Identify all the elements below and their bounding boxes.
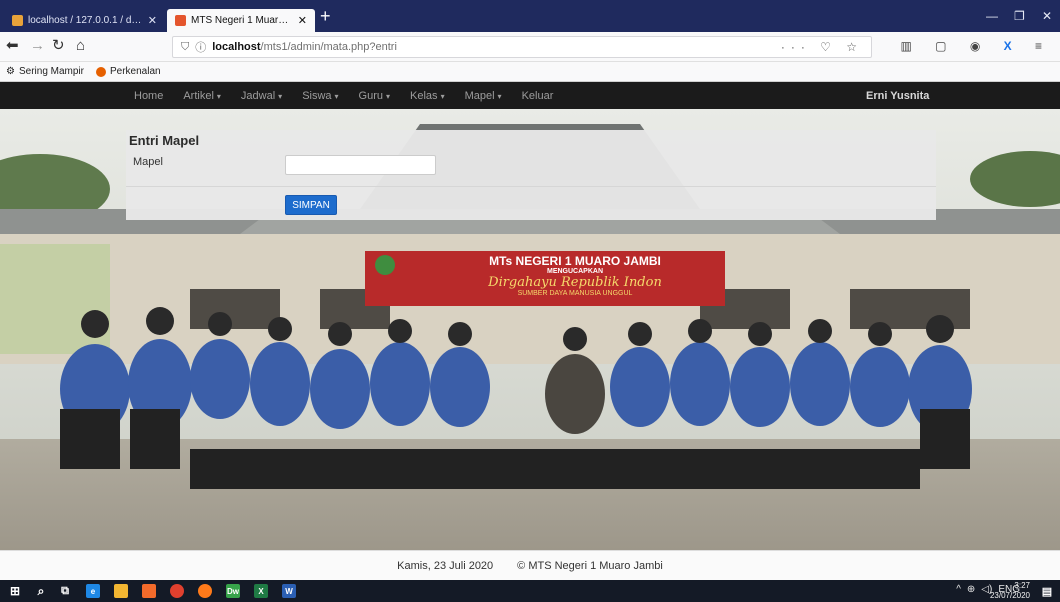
web-page: MTs NEGERI 1 MUARO JAMBI MENGUCAPKAN Dir… bbox=[0, 82, 1060, 580]
caret-down-icon: ▾ bbox=[497, 91, 502, 101]
taskbar-clock[interactable]: 3:27 23/07/2020 bbox=[990, 581, 1030, 601]
nav-label: Jadwal bbox=[240, 89, 276, 102]
site-footer: Kamis, 23 Juli 2020 © MTS Negeri 1 Muaro… bbox=[0, 550, 1060, 580]
back-icon[interactable]: ⬅ bbox=[6, 38, 19, 54]
url-host: localhost bbox=[212, 41, 261, 53]
task-view-icon[interactable]: ⧉ bbox=[58, 584, 72, 598]
minimize-icon[interactable]: — bbox=[986, 9, 998, 23]
url-bar[interactable]: ⛉ ⓘ localhost/mts1/admin/mata.php?entri … bbox=[172, 36, 872, 58]
banner-slogan: Dirgahayu Republik Indon bbox=[488, 275, 662, 290]
restore-icon[interactable]: ❐ bbox=[1014, 9, 1025, 23]
nav-artikel[interactable]: Artikel ▾ bbox=[173, 90, 231, 102]
simpan-button[interactable]: SIMPAN bbox=[285, 195, 337, 215]
nav-home[interactable]: Home bbox=[124, 90, 173, 102]
close-icon[interactable]: ✕ bbox=[298, 14, 307, 27]
edge-icon[interactable]: e bbox=[86, 584, 100, 598]
caret-down-icon: ▾ bbox=[386, 91, 391, 101]
url-path: /mts1/admin/mata.php?entri bbox=[260, 41, 397, 53]
tab-title: localhost / 127.0.0.1 / db_todo bbox=[28, 15, 144, 26]
excel-icon[interactable]: X bbox=[254, 584, 268, 598]
bookmark-perkenalan[interactable]: Perkenalan bbox=[96, 66, 161, 77]
firefox-icon[interactable] bbox=[198, 584, 212, 598]
nav-guru[interactable]: Guru ▾ bbox=[349, 90, 400, 102]
form-title: Entri Mapel bbox=[129, 133, 200, 148]
page-actions-icon[interactable]: ··· ♡ ☆ bbox=[781, 40, 863, 54]
reload-icon[interactable]: ↻ bbox=[52, 38, 65, 54]
bookmark-sering-mampir[interactable]: ⚙ Sering Mampir bbox=[6, 66, 84, 77]
close-icon[interactable]: ✕ bbox=[148, 14, 157, 27]
nav-label: Home bbox=[134, 89, 164, 102]
new-tab-icon[interactable]: + bbox=[320, 6, 331, 26]
form-divider bbox=[126, 186, 936, 187]
tab-title: MTS Negeri 1 Muaro Jambi bbox=[191, 15, 294, 26]
notification-icon[interactable]: ▤ bbox=[1040, 584, 1054, 598]
logged-in-user[interactable]: Erni Yusnita bbox=[866, 90, 929, 102]
nav-kelas[interactable]: Kelas ▾ bbox=[400, 90, 455, 102]
clock-date: 23/07/2020 bbox=[989, 591, 1030, 600]
info-icon[interactable]: ⓘ bbox=[195, 39, 206, 55]
caret-down-icon: ▾ bbox=[334, 91, 339, 101]
forward-icon[interactable]: → bbox=[30, 38, 45, 54]
network-icon[interactable]: ⊕ bbox=[967, 584, 975, 595]
nav-mapel[interactable]: Mapel ▾ bbox=[455, 90, 512, 102]
windows-start-icon[interactable]: ⊞ bbox=[8, 584, 22, 598]
site-nav-menu: Home Artikel ▾ Jadwal ▾ Siswa ▾ Guru ▾ Kelas… bbox=[124, 90, 563, 102]
browser-tabstrip: localhost / 127.0.0.1 / db_todo ✕ MTS Ne… bbox=[0, 0, 1060, 32]
banner-tagline: SUMBER DAYA MANUSIA UNGGUL bbox=[517, 290, 633, 297]
dreamweaver-icon[interactable]: Dw bbox=[226, 584, 240, 598]
word-icon[interactable]: W bbox=[282, 584, 296, 598]
nav-label: Kelas bbox=[410, 89, 438, 102]
nav-label: Siswa bbox=[302, 89, 332, 102]
shield-icon: ⛉ bbox=[181, 40, 190, 53]
site-navbar: Home Artikel ▾ Jadwal ▾ Siswa ▾ Guru ▾ Kelas… bbox=[0, 82, 1060, 109]
banner-school-name: MTs NEGERI 1 MUARO JAMBI bbox=[489, 254, 661, 268]
home-icon[interactable]: ⌂ bbox=[76, 38, 85, 54]
tab-phpmyadmin[interactable]: localhost / 127.0.0.1 / db_todo ✕ bbox=[4, 9, 165, 32]
footer-date: Kamis, 23 Juli 2020 bbox=[397, 559, 494, 572]
tab-mts[interactable]: MTS Negeri 1 Muaro Jambi ✕ bbox=[167, 9, 315, 32]
xampp-icon[interactable] bbox=[142, 584, 156, 598]
mapel-label: Mapel bbox=[133, 156, 163, 168]
bookmarks-bar: ⚙ Sering Mampir Perkenalan bbox=[0, 62, 1060, 82]
caret-down-icon: ▾ bbox=[216, 91, 221, 101]
window-close-icon[interactable]: ✕ bbox=[1042, 9, 1052, 23]
nav-jadwal[interactable]: Jadwal ▾ bbox=[231, 90, 292, 102]
nav-keluar[interactable]: Keluar bbox=[512, 90, 564, 102]
nav-label: Keluar bbox=[521, 89, 554, 102]
firefox-icon bbox=[96, 66, 106, 77]
nav-siswa[interactable]: Siswa ▾ bbox=[292, 90, 348, 102]
clock-time: 3:27 bbox=[1014, 581, 1030, 590]
nav-label: Mapel bbox=[464, 89, 495, 102]
chrome-icon[interactable] bbox=[170, 584, 184, 598]
mapel-input[interactable] bbox=[285, 155, 436, 175]
chevron-up-icon[interactable]: ^ bbox=[956, 584, 961, 595]
caret-down-icon: ▾ bbox=[440, 91, 445, 101]
search-icon[interactable]: ⌕ bbox=[34, 584, 48, 598]
bookmark-label: Perkenalan bbox=[110, 66, 161, 77]
entri-mapel-form: Entri Mapel Mapel SIMPAN bbox=[126, 130, 936, 220]
windows-taskbar: ⊞ ⌕ ⧉ e Dw X W ^ ⊕ ◁) ENG 3:27 23/07/202… bbox=[0, 580, 1060, 602]
gear-icon: ⚙ bbox=[6, 66, 15, 77]
browser-toolbar: ⬅ → ↻ ⌂ ⛉ ⓘ localhost/mts1/admin/mata.ph… bbox=[0, 32, 1060, 62]
banner-text: MTs NEGERI 1 MUARO JAMBI MENGUCAPKAN Dir… bbox=[430, 254, 720, 297]
footer-copyright: © MTS Negeri 1 Muaro Jambi bbox=[517, 559, 663, 572]
phpmyadmin-favicon-icon bbox=[12, 15, 23, 26]
caret-down-icon: ▾ bbox=[278, 91, 283, 101]
site-favicon-icon bbox=[175, 15, 186, 26]
toolbar-icons[interactable]: ▥ ▢ ◉ X ≡ bbox=[900, 39, 1052, 53]
file-explorer-icon[interactable] bbox=[114, 584, 128, 598]
bookmark-label: Sering Mampir bbox=[18, 66, 84, 77]
nav-label: Artikel bbox=[183, 89, 214, 102]
nav-label: Guru bbox=[358, 89, 384, 102]
banner-greeting: MENGUCAPKAN bbox=[547, 268, 603, 275]
